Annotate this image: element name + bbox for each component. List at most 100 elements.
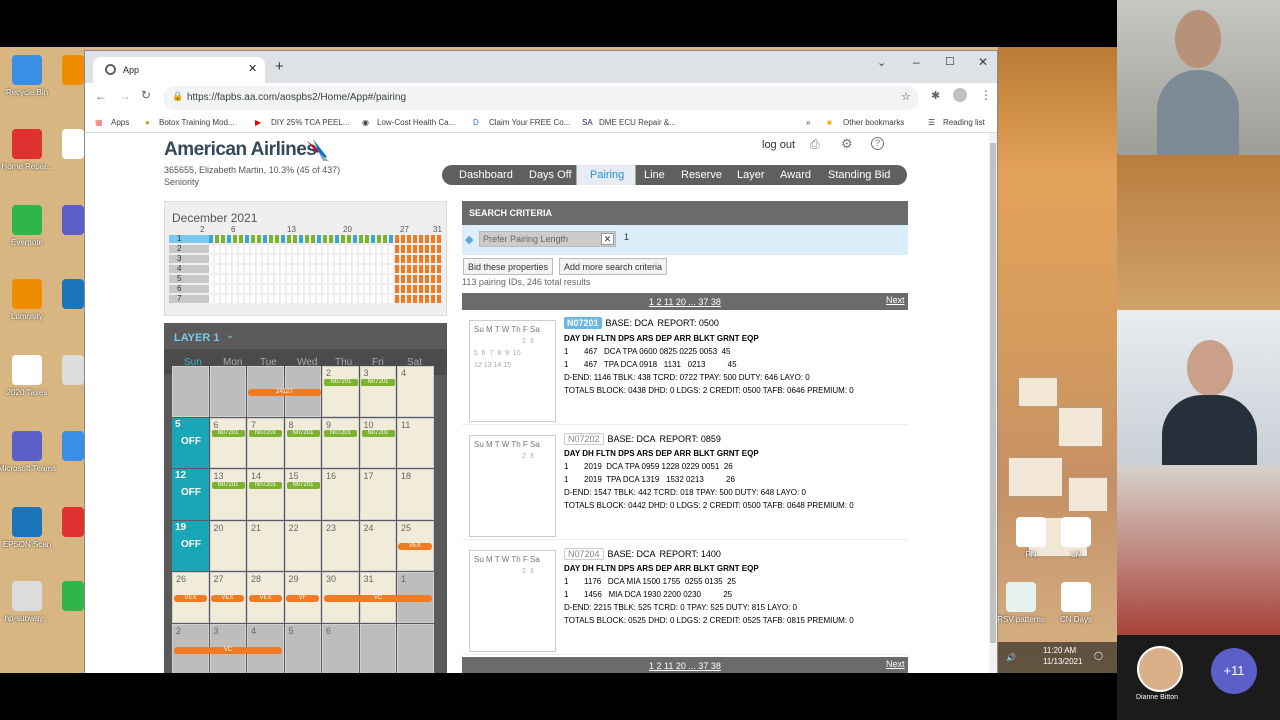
bookmark-claim[interactable]: Claim Your FREE Co... <box>489 118 570 127</box>
calendar-day-off[interactable]: 12 OFF <box>172 469 209 520</box>
volume-icon[interactable]: 🔊 <box>1006 653 1016 662</box>
vacation-bar[interactable]: VC <box>324 595 432 602</box>
calendar-day[interactable]: 24 <box>359 520 396 571</box>
extensions-icon[interactable]: ✱ <box>931 89 940 102</box>
calendar-day[interactable]: 4 <box>397 366 434 417</box>
next-button[interactable]: Next <box>886 295 905 305</box>
trip-badge[interactable]: N07201 <box>211 482 245 489</box>
gear-icon[interactable]: ⚙ <box>841 136 853 152</box>
bookmark-reading-list[interactable]: Reading list <box>943 118 985 127</box>
chevron-down-icon[interactable]: ⌄ <box>226 330 234 341</box>
calendar-day[interactable]: 13 <box>209 469 246 520</box>
trip-badge[interactable]: N07201 <box>361 430 395 437</box>
vacation-bar[interactable]: VF <box>286 595 319 602</box>
vacation-bar[interactable]: VC <box>174 647 282 654</box>
desktop-icon-cn-days[interactable]: CN Days <box>1045 582 1107 625</box>
trip-badge[interactable]: N07201 <box>324 430 357 437</box>
trip-badge[interactable]: N07201 <box>249 482 282 489</box>
close-tab-icon[interactable]: ✕ <box>248 62 257 75</box>
menu-icon[interactable]: ⋮ <box>980 88 992 102</box>
calendar-day[interactable]: 6 <box>322 623 359 673</box>
desktop-icon-ln[interactable]: LN <box>1045 517 1107 560</box>
calendar-day[interactable]: 2 <box>322 366 359 417</box>
pager-pages[interactable]: 1 2 11 20 ... 37 38 <box>649 297 721 307</box>
tab-search-icon[interactable]: ⌄ <box>877 56 886 69</box>
tab-app[interactable]: App ✕ <box>93 57 265 83</box>
calendar-day[interactable]: 8 <box>284 417 321 468</box>
calendar-day[interactable]: 18 <box>397 469 434 520</box>
calendar-day[interactable]: 9 <box>322 417 359 468</box>
bookmark-star-icon[interactable]: ☆ <box>901 90 911 103</box>
pairing-id-badge[interactable]: N07201 <box>564 317 602 329</box>
logout-link[interactable]: log out <box>762 139 795 151</box>
bookmark-dme[interactable]: DME ECU Repair &... <box>599 118 676 127</box>
criteria-value[interactable]: 1 <box>624 232 629 242</box>
calendar-day[interactable]: 14 <box>247 469 284 520</box>
calendar-day[interactable]: 23 <box>322 520 359 571</box>
bookmarks-overflow-icon[interactable]: » <box>806 118 810 127</box>
calendar-day[interactable] <box>172 366 209 417</box>
vacation-bar[interactable]: VEX <box>249 595 282 602</box>
forward-icon[interactable]: → <box>119 89 131 103</box>
window-close-button[interactable]: ✕ <box>978 55 988 69</box>
trip-bar[interactable]: 24127 <box>248 389 321 396</box>
calendar-day-off[interactable]: 19 OFF <box>172 520 209 571</box>
more-participants-button[interactable]: +11 <box>1211 648 1257 694</box>
help-icon[interactable]: ? <box>871 137 884 150</box>
vacation-bar[interactable]: VEX <box>211 595 244 602</box>
pairing-id-badge[interactable]: N07202 <box>564 433 604 445</box>
layer-label[interactable]: LAYER 1 <box>174 332 219 344</box>
calendar-day[interactable]: 7 <box>247 417 284 468</box>
pairing-card[interactable]: Su M T W Th F Sa 2 3 N07204 BASE: DCA REPORT… <box>462 540 908 655</box>
scrollbar[interactable] <box>989 133 997 673</box>
nav-layer[interactable]: Layer <box>737 169 765 181</box>
calendar-day[interactable]: 20 <box>209 520 246 571</box>
calendar-day[interactable]: 3 <box>359 366 396 417</box>
new-tab-button[interactable]: + <box>275 58 284 75</box>
pager-pages-bottom[interactable]: 1 2 11 20 ... 37 38 <box>649 661 721 671</box>
back-icon[interactable]: ← <box>95 89 107 103</box>
pairing-card[interactable]: Su M T W Th F Sa 2 35 6 7 8 9 10 12 13 14 … <box>462 310 908 425</box>
avatar[interactable] <box>1137 646 1183 692</box>
remove-criteria-icon[interactable]: ✕ <box>601 233 614 245</box>
trip-badge[interactable]: N07201 <box>211 430 245 437</box>
mini-calendar[interactable]: 1 2 3 4 5 6 7 <box>169 233 442 313</box>
calendar-day[interactable]: 15 <box>284 469 321 520</box>
calendar-day[interactable] <box>359 623 396 673</box>
maximize-button[interactable]: ☐ <box>945 55 955 68</box>
profile-avatar[interactable] <box>953 88 967 102</box>
bookmark-health[interactable]: Low-Cost Health Ca... <box>377 118 455 127</box>
nav-dashboard[interactable]: Dashboard <box>459 169 513 181</box>
calendar-day[interactable]: 6 <box>209 417 246 468</box>
vacation-bar[interactable]: VEX <box>174 595 207 602</box>
calendar-day[interactable]: 21 <box>247 520 284 571</box>
nav-days-off[interactable]: Days Off <box>529 169 572 181</box>
calendar-day[interactable] <box>397 623 434 673</box>
address-bar[interactable]: 🔒 https://fapbs.aa.com/aospbs2/Home/App#… <box>163 86 919 110</box>
calendar-day[interactable]: 17 <box>359 469 396 520</box>
bookmark-botox[interactable]: Botox Training Mod... <box>159 118 235 127</box>
nav-line[interactable]: Line <box>644 169 665 181</box>
add-criteria-button[interactable]: Add more search criteria <box>559 258 668 275</box>
trip-badge[interactable]: N07201 <box>324 379 358 386</box>
print-icon[interactable]: ⎙ <box>810 137 820 152</box>
calendar-day[interactable]: 16 <box>322 469 359 520</box>
calendar-day[interactable]: 10 <box>359 417 396 468</box>
bookmark-apps[interactable]: Apps <box>111 118 129 127</box>
calendar-day[interactable]: 5 <box>284 623 321 673</box>
trip-badge[interactable]: N07201 <box>249 430 282 437</box>
desktop-icon-rsv-patterns[interactable]: RSV patterns <box>990 582 1052 625</box>
nav-reserve[interactable]: Reserve <box>681 169 722 181</box>
vacation-bar[interactable]: VEX <box>398 543 432 550</box>
bookmark-other[interactable]: Other bookmarks <box>843 118 904 127</box>
reload-icon[interactable]: ↻ <box>141 88 151 102</box>
next-button-bottom[interactable]: Next <box>886 659 905 669</box>
bid-properties-button[interactable]: Bid these properties <box>463 258 554 275</box>
pairing-card[interactable]: Su M T W Th F Sa 2 3 N07202 BASE: DCA REPORT… <box>462 425 908 540</box>
pairing-id-badge[interactable]: N07204 <box>564 548 604 560</box>
trip-badge[interactable]: N07201 <box>286 482 320 489</box>
criteria-tag[interactable]: Prefer Pairing Length ✕ <box>479 231 616 247</box>
nav-pairing[interactable]: Pairing <box>590 169 624 181</box>
bookmark-diy[interactable]: DIY 25% TCA PEEL... <box>271 118 349 127</box>
nav-award[interactable]: Award <box>780 169 811 181</box>
